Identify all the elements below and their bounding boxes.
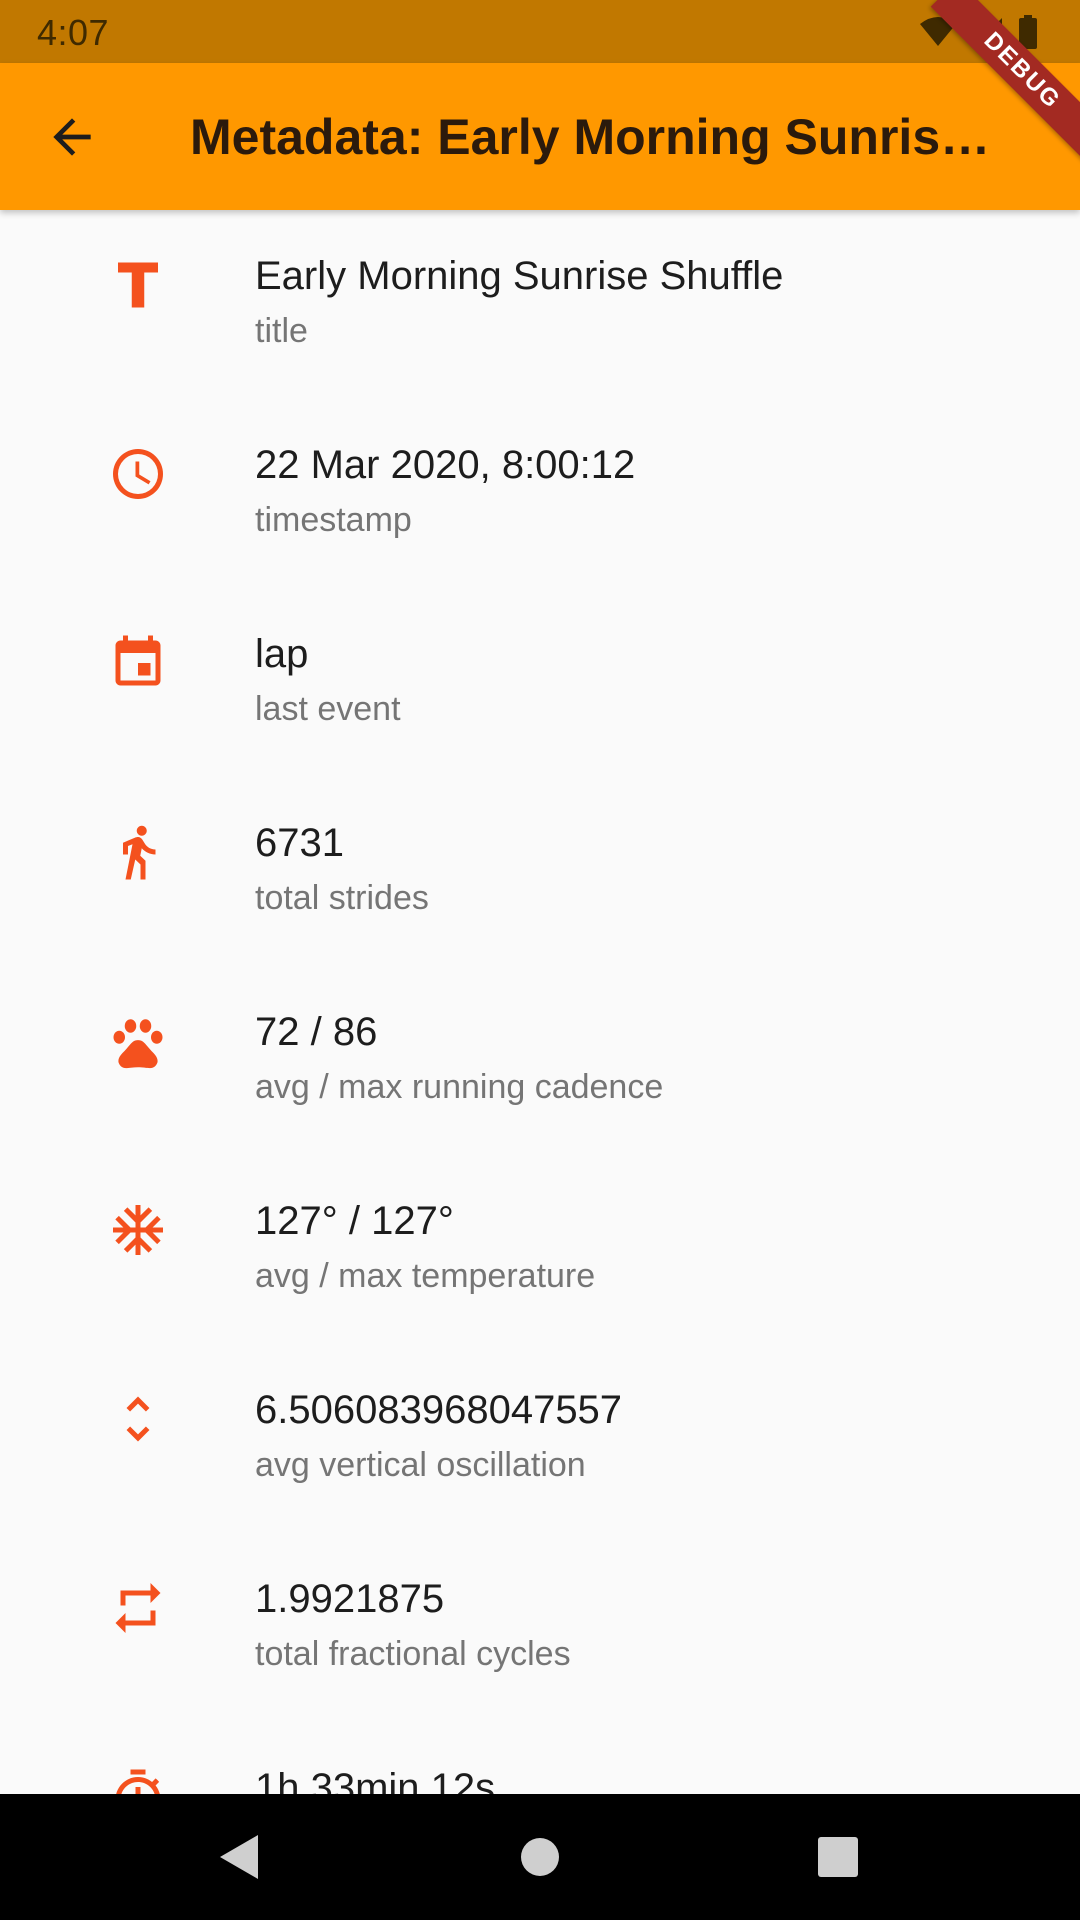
list-item: Early Morning Sunrise Shuffle title [0, 210, 1080, 399]
circle-home-icon [521, 1838, 559, 1876]
item-value: 1h 33min 12s [255, 1766, 496, 1794]
list-item: 6.506083968047557 avg vertical oscillati… [0, 1344, 1080, 1533]
item-value: 72 / 86 [255, 1010, 378, 1054]
back-button[interactable] [44, 109, 100, 165]
list-item: 1.9921875 total fractional cycles [0, 1533, 1080, 1722]
list-item: 127° / 127° avg / max temperature [0, 1155, 1080, 1344]
item-value: 6731 [255, 821, 344, 865]
triangle-back-icon [220, 1835, 258, 1879]
timer-icon [116, 1769, 160, 1794]
item-label: avg / max running cadence [255, 1068, 664, 1106]
item-value: lap [255, 632, 309, 676]
unfold-more-icon [126, 1396, 150, 1442]
item-label: timestamp [255, 501, 412, 539]
item-value: 127° / 127° [255, 1199, 454, 1243]
list-item: 6731 total strides [0, 777, 1080, 966]
app-bar: Metadata: Early Morning Sunrise Shuffle [0, 63, 1080, 210]
status-time: 4:07 [37, 12, 110, 53]
nav-home-button[interactable] [510, 1827, 570, 1887]
item-value: 6.506083968047557 [255, 1388, 623, 1432]
text-fields-icon [118, 262, 158, 308]
snowflake-icon [113, 1205, 163, 1255]
item-label: title [255, 312, 308, 350]
arrow-back-icon [53, 118, 91, 156]
item-label: total strides [255, 879, 429, 917]
item-label: avg / max temperature [255, 1257, 596, 1295]
list-item: 22 Mar 2020, 8:00:12 timestamp [0, 399, 1080, 588]
item-value: Early Morning Sunrise Shuffle [255, 254, 784, 298]
item-label: avg vertical oscillation [255, 1446, 586, 1484]
page-title: Metadata: Early Morning Sunrise Shuffle [190, 109, 1010, 165]
system-nav-bar [0, 1794, 1080, 1920]
list-item: 72 / 86 avg / max running cadence [0, 966, 1080, 1155]
nav-recents-button[interactable] [808, 1827, 868, 1887]
item-value: 1.9921875 [255, 1577, 445, 1621]
nav-back-button[interactable] [208, 1827, 268, 1887]
square-recents-icon [818, 1837, 858, 1877]
walking-icon [123, 825, 156, 880]
item-label: total fractional cycles [255, 1635, 571, 1673]
item-label: last event [255, 690, 401, 728]
paw-icon [113, 1019, 163, 1069]
item-value: 22 Mar 2020, 8:00:12 [255, 443, 636, 487]
metadata-list[interactable]: Early Morning Sunrise Shuffle title 22 M… [0, 210, 1080, 1794]
list-item: lap last event [0, 588, 1080, 777]
repeat-icon [115, 1583, 161, 1633]
list-item: 1h 33min 12s [0, 1722, 1080, 1794]
calendar-event-icon [115, 635, 161, 686]
status-bar: 4:07 [0, 0, 1080, 63]
clock-icon [113, 449, 163, 499]
